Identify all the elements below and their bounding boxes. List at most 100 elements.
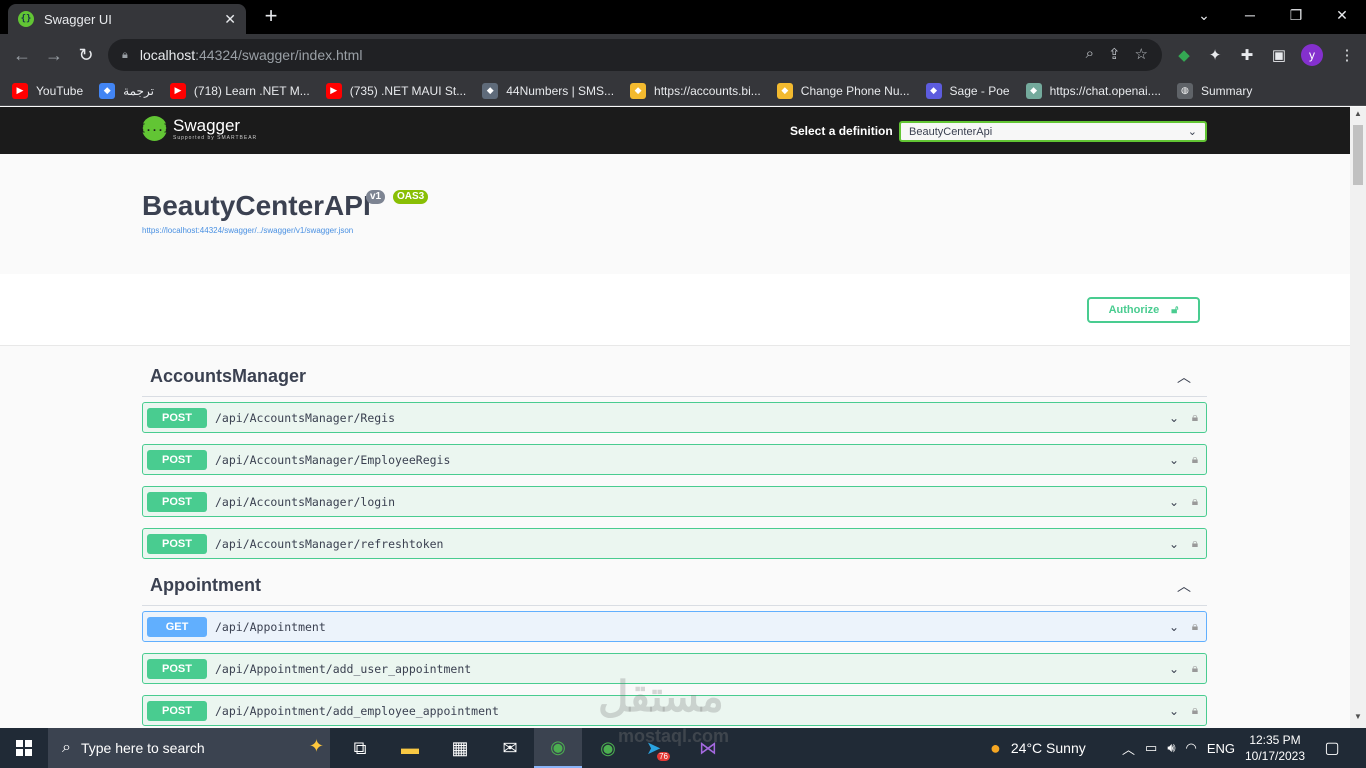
tag-header[interactable]: Appointment ︿ — [142, 566, 1207, 606]
close-tab-icon[interactable]: ✕ — [224, 11, 236, 28]
chevron-up-icon[interactable]: ︿ — [1177, 367, 1191, 387]
bookmark-item[interactable]: ◆ 44Numbers | SMS... — [482, 82, 615, 99]
site-info-lock-icon[interactable]: 🔒︎ — [122, 49, 128, 62]
store-icon[interactable]: ▦ — [436, 728, 484, 768]
operation-path: /api/AccountsManager/login — [215, 494, 396, 509]
forward-button[interactable]: → — [41, 42, 67, 68]
definition-select[interactable]: BeautyCenterApi ⌄ — [899, 121, 1207, 142]
extension-icon[interactable]: ◆ — [1171, 42, 1197, 68]
chrome-icon[interactable]: ◉ — [534, 728, 582, 768]
youtube-icon: ▶ — [169, 82, 186, 99]
chevron-down-icon[interactable]: ⌄ — [1166, 453, 1182, 467]
sun-icon: ● — [990, 737, 1001, 758]
lock-icon[interactable]: 🔒︎ — [1188, 452, 1202, 467]
language-indicator[interactable]: ENG — [1207, 741, 1235, 756]
file-explorer-icon[interactable]: ▬ — [386, 728, 434, 768]
bookmark-item[interactable]: ▶ (735) .NET MAUI St... — [325, 82, 466, 99]
scrollbar-thumb[interactable] — [1353, 125, 1363, 185]
bookmark-item[interactable]: ◆ Sage - Poe — [925, 82, 1010, 99]
new-tab-button[interactable]: + — [258, 4, 284, 30]
mail-icon[interactable]: ✉ — [486, 728, 534, 768]
taskbar-search[interactable]: ⌕ Type here to search ✦ — [48, 728, 330, 768]
chevron-down-icon[interactable]: ⌄ — [1166, 662, 1182, 676]
youtube-icon: ▶ — [12, 82, 28, 99]
bookmark-label: ترجمة — [123, 83, 154, 98]
bookmark-label: YouTube — [36, 83, 84, 98]
bookmark-star-icon[interactable]: ☆ — [1135, 45, 1148, 63]
method-badge: POST — [147, 700, 207, 721]
version-badge: v1 — [366, 190, 386, 204]
spec-url-link[interactable]: https://localhost:44324/swagger/../swagg… — [142, 226, 353, 235]
openai-icon: ◆ — [1025, 82, 1042, 99]
reload-button[interactable]: ↻ — [73, 42, 99, 68]
authorize-button[interactable]: Authorize 🔓︎ — [1087, 297, 1200, 323]
lock-icon[interactable]: 🔒︎ — [1188, 703, 1202, 718]
tab-swagger-ui[interactable]: {} Swagger UI ✕ — [8, 4, 246, 34]
bookmark-item[interactable]: ◆ https://accounts.bi... — [630, 82, 761, 99]
extensions-puzzle-icon[interactable]: ✚ — [1234, 42, 1260, 68]
bookmark-item[interactable]: ◆ Change Phone Nu... — [776, 82, 910, 99]
bookmark-item[interactable]: ◆ https://chat.openai.... — [1025, 82, 1161, 99]
bookmark-label: (718) Learn .NET M... — [193, 83, 310, 98]
definition-value: BeautyCenterApi — [909, 125, 993, 138]
chevron-up-icon[interactable]: ︿ — [1122, 739, 1135, 758]
side-panel-icon[interactable]: ▣ — [1266, 42, 1292, 68]
volume-icon[interactable]: 🔊︎ — [1167, 740, 1175, 756]
menu-kebab-icon[interactable]: ⋮ — [1334, 42, 1360, 68]
battery-icon[interactable]: ▭ — [1145, 740, 1157, 756]
chevron-down-icon[interactable]: ⌄ — [1166, 620, 1182, 634]
operation-row[interactable]: POST/api/AccountsManager/EmployeeRegis ⌄ 🔒… — [142, 444, 1207, 475]
extension-2-icon[interactable]: ✦ — [1202, 42, 1228, 68]
chevron-up-icon[interactable]: ︿ — [1177, 576, 1191, 596]
wifi-icon[interactable]: ◠ — [1186, 740, 1197, 756]
notifications-icon[interactable]: ▢ — [1310, 728, 1354, 768]
bookmark-item[interactable]: ▶ (718) Learn .NET M... — [169, 82, 310, 99]
method-badge: POST — [147, 658, 207, 679]
scroll-down-icon[interactable]: ▼ — [1350, 712, 1366, 726]
chevron-down-icon[interactable]: ⌄ — [1166, 537, 1182, 551]
operation-row[interactable]: POST/api/AccountsManager/login ⌄ 🔒︎ — [142, 486, 1207, 517]
bookmark-label: Summary — [1200, 83, 1253, 98]
profile-avatar[interactable]: y — [1301, 44, 1323, 66]
lock-icon[interactable]: 🔒︎ — [1188, 410, 1202, 425]
zoom-icon[interactable]: ⌕ — [1086, 45, 1094, 63]
operation-row[interactable]: GET/api/Appointment ⌄ 🔒︎ — [142, 611, 1207, 642]
tag-section-accountsmanager: AccountsManager ︿ POST/api/AccountsManager… — [142, 357, 1207, 559]
bookmark-item[interactable]: ▶ YouTube — [12, 82, 84, 99]
tag-header[interactable]: AccountsManager ︿ — [142, 357, 1207, 397]
lock-icon[interactable]: 🔒︎ — [1188, 619, 1202, 634]
chevron-down-icon[interactable]: ⌄ — [1166, 704, 1182, 718]
globe-icon: ◍ — [1176, 82, 1193, 99]
task-view-icon[interactable]: ⧉ — [336, 728, 384, 768]
bookmark-item[interactable]: ◆ ترجمة — [99, 82, 154, 99]
restore-button[interactable]: ❐ — [1273, 0, 1319, 30]
close-window-button[interactable]: ✕ — [1319, 0, 1365, 30]
bookmark-label: 44Numbers | SMS... — [506, 83, 615, 98]
bookmark-label: Change Phone Nu... — [800, 83, 910, 98]
definition-label: Select a definition — [790, 124, 893, 138]
lock-icon[interactable]: 🔒︎ — [1188, 661, 1202, 676]
scroll-up-icon[interactable]: ▲ — [1350, 109, 1366, 123]
operation-row[interactable]: POST/api/AccountsManager/refreshtoken ⌄ 🔒︎ — [142, 528, 1207, 559]
lock-icon[interactable]: 🔒︎ — [1188, 494, 1202, 509]
share-icon[interactable]: ⇪ — [1108, 45, 1121, 63]
address-bar[interactable]: 🔒︎ localhost:44324/swagger/index.html ⌕ … — [108, 39, 1162, 71]
swagger-logo[interactable]: {...} Swagger Supported by SMARTBEAR — [139, 115, 257, 141]
bookmark-label: https://accounts.bi... — [654, 83, 761, 98]
page-scrollbar[interactable]: ▲ ▼ — [1350, 107, 1366, 728]
operation-row[interactable]: POST/api/AccountsManager/Regis ⌄ 🔒︎ — [142, 402, 1207, 433]
back-button[interactable]: ← — [9, 42, 35, 68]
minimize-button[interactable]: ─ — [1227, 0, 1273, 30]
sparkle-icon[interactable]: ✦ — [309, 736, 324, 757]
lock-icon[interactable]: 🔒︎ — [1188, 536, 1202, 551]
bookmark-item[interactable]: ◍ Summary — [1176, 82, 1253, 99]
chevron-down-icon[interactable]: ⌄ — [1166, 495, 1182, 509]
unlocked-icon: 🔓︎ — [1171, 303, 1179, 316]
chevron-down-icon[interactable]: ⌄ — [1166, 411, 1182, 425]
start-button[interactable] — [0, 728, 48, 768]
swagger-brand: Swagger — [173, 115, 241, 135]
clock[interactable]: 12:35 PM 10/17/2023 — [1240, 732, 1310, 764]
weather-widget[interactable]: ● 24°C Sunny — [990, 728, 1086, 768]
tab-search-icon[interactable]: ⌄ — [1181, 0, 1227, 30]
url-path: :44324/swagger/index.html — [195, 47, 363, 63]
